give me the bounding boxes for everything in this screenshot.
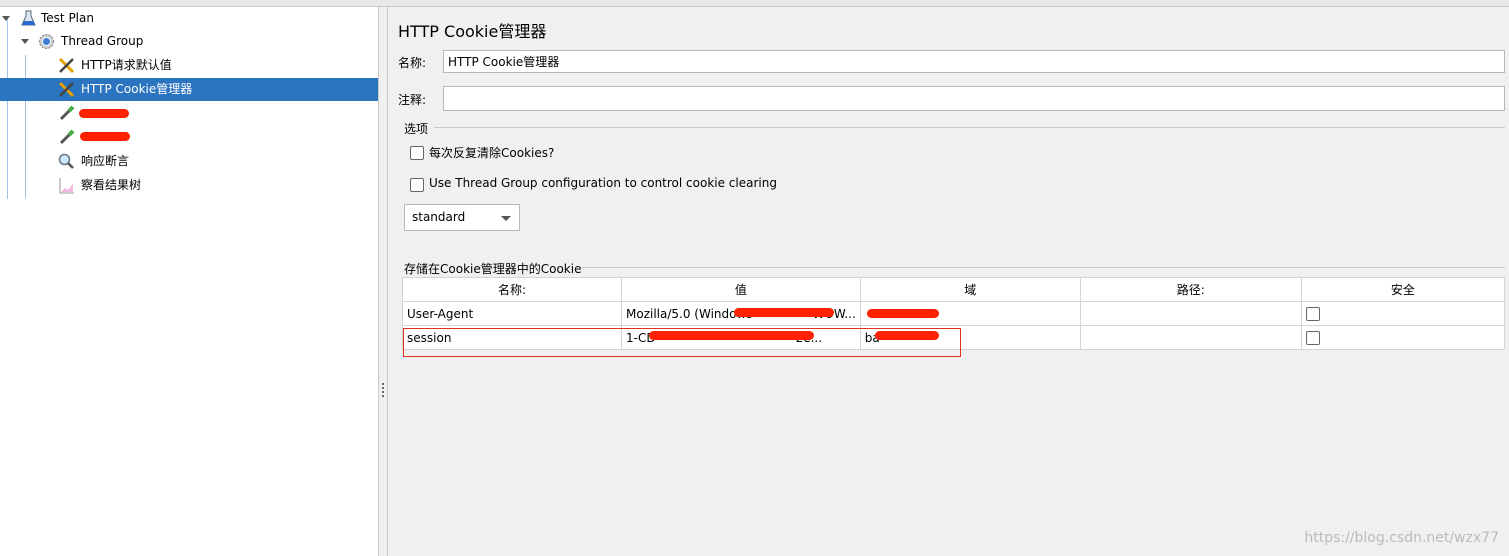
stored-cookies-label: 存储在Cookie管理器中的Cookie bbox=[404, 262, 582, 276]
highlight-box bbox=[403, 328, 961, 357]
redaction-mark bbox=[734, 308, 834, 317]
wrench-icon bbox=[58, 81, 75, 98]
redaction-mark bbox=[79, 109, 129, 118]
expand-arrow-icon[interactable] bbox=[21, 39, 29, 44]
divider bbox=[582, 267, 1505, 268]
secure-checkbox[interactable] bbox=[1305, 330, 1320, 345]
test-plan-tree: Test Plan Thread Group HTTP请求默认值 HTTP Co… bbox=[0, 7, 379, 556]
cookie-manager-panel: HTTP Cookie管理器 名称: HTTP Cookie管理器 注释: 选项… bbox=[388, 7, 1509, 556]
table-row[interactable]: User-Agent Mozilla/5.0 (Windows WOW... bbox=[402, 301, 1506, 326]
page-title: HTTP Cookie管理器 bbox=[398, 22, 547, 41]
comment-input[interactable] bbox=[443, 86, 1505, 111]
cookie-secure[interactable] bbox=[1300, 325, 1506, 350]
name-input[interactable]: HTTP Cookie管理器 bbox=[443, 50, 1505, 73]
tree-item-label: 响应断言 bbox=[81, 154, 130, 168]
split-pane-divider[interactable] bbox=[379, 7, 388, 556]
flask-icon bbox=[21, 10, 36, 26]
tree-item-test-plan[interactable]: Test Plan bbox=[0, 7, 378, 30]
watermark: https://blog.csdn.net/wzx77 bbox=[1304, 530, 1499, 546]
cookie-domain[interactable] bbox=[859, 301, 1081, 326]
tree-item-label: 察看结果树 bbox=[81, 178, 142, 192]
tree-item-extractor-1[interactable] bbox=[0, 102, 378, 125]
cookie-policy-select[interactable]: standard bbox=[404, 204, 520, 231]
use-thread-group-label: Use Thread Group configuration to contro… bbox=[429, 176, 777, 190]
redaction-mark bbox=[80, 132, 130, 141]
tree-item-thread-group[interactable]: Thread Group bbox=[0, 30, 378, 53]
cookie-path[interactable] bbox=[1079, 301, 1302, 326]
column-header-value[interactable]: 值 bbox=[621, 277, 861, 302]
divider bbox=[434, 127, 1505, 128]
comment-label: 注释: bbox=[398, 93, 427, 107]
cookie-value[interactable]: Mozilla/5.0 (Windows WOW... bbox=[621, 301, 861, 326]
tree-item-response-assertion[interactable]: 响应断言 bbox=[0, 150, 378, 173]
column-header-domain[interactable]: 域 bbox=[859, 277, 1081, 302]
chart-icon bbox=[59, 178, 74, 194]
dropper-icon bbox=[59, 105, 75, 121]
cookie-path[interactable] bbox=[1079, 325, 1302, 350]
tree-item-label: HTTP请求默认值 bbox=[81, 58, 172, 72]
name-label: 名称: bbox=[398, 56, 427, 70]
cookie-name[interactable]: User-Agent bbox=[402, 301, 622, 326]
magnifier-icon bbox=[58, 153, 74, 169]
secure-checkbox[interactable] bbox=[1305, 306, 1320, 321]
use-thread-group-checkbox[interactable] bbox=[410, 178, 424, 192]
options-group-label: 选项 bbox=[404, 122, 429, 136]
chevron-down-icon bbox=[501, 216, 511, 221]
column-header-name[interactable]: 名称: bbox=[402, 277, 622, 302]
column-header-path[interactable]: 路径: bbox=[1079, 277, 1302, 302]
cookie-policy-value: standard bbox=[412, 210, 466, 224]
table-header: 名称: 值 域 路径: 安全 bbox=[402, 277, 1506, 302]
tree-item-label: Test Plan bbox=[41, 11, 94, 25]
expand-arrow-icon[interactable] bbox=[2, 16, 10, 21]
clear-each-iteration-checkbox[interactable] bbox=[410, 146, 424, 160]
column-header-secure[interactable]: 安全 bbox=[1300, 277, 1506, 302]
tree-item-http-defaults[interactable]: HTTP请求默认值 bbox=[0, 54, 378, 77]
tree-item-results-tree[interactable]: 察看结果树 bbox=[0, 174, 378, 197]
tree-item-extractor-2[interactable] bbox=[0, 126, 378, 149]
cookie-secure[interactable] bbox=[1300, 301, 1506, 326]
tree-item-label: Thread Group bbox=[61, 34, 144, 48]
wrench-icon bbox=[58, 57, 75, 74]
tree-item-cookie-manager[interactable]: HTTP Cookie管理器 bbox=[0, 78, 378, 101]
dropper-icon bbox=[59, 129, 75, 145]
toolbar bbox=[0, 0, 1509, 7]
gear-icon bbox=[39, 34, 54, 49]
clear-each-iteration-label: 每次反复清除Cookies? bbox=[429, 146, 555, 160]
redaction-mark bbox=[866, 309, 939, 318]
drag-handle-icon[interactable] bbox=[382, 383, 384, 397]
tree-item-label: HTTP Cookie管理器 bbox=[81, 82, 193, 96]
